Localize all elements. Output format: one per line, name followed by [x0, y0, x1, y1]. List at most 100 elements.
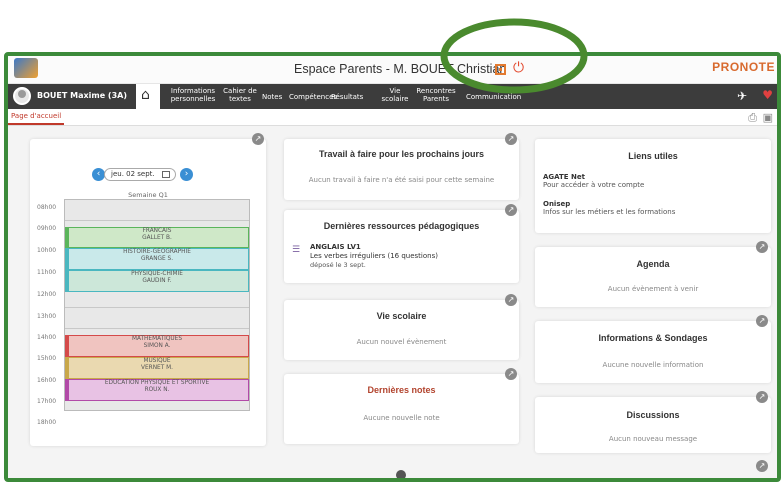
hour-label: 10h00 — [37, 247, 57, 254]
lesson-block[interactable]: MUSIQUE VERNET M. — [65, 357, 249, 379]
hour-label: 14h00 — [37, 334, 57, 341]
lesson-teacher: GALLET B. — [142, 235, 172, 241]
expand-arrow-icon[interactable]: ↗ — [756, 241, 768, 253]
lesson-subject: EDUCATION PHYSIQUE ET SPORTIVE — [104, 380, 210, 386]
link-name: AGATE Net — [543, 173, 585, 181]
discussions-card[interactable]: Discussions Aucun nouveau message — [535, 397, 771, 453]
hour-label: 16h00 — [37, 377, 57, 384]
hour-label: 15h00 — [37, 355, 57, 362]
expand-arrow-icon[interactable]: ↗ — [756, 391, 768, 403]
lesson-teacher: ROUX N. — [144, 387, 170, 393]
link-description: Pour accéder à votre compte — [543, 181, 645, 189]
lesson-block[interactable]: MATHEMATIQUES SIMON A. — [65, 335, 249, 357]
lesson-subject: HISTOIRE-GEOGRAPHIE — [123, 249, 191, 255]
quiz-icon: ☰ — [292, 245, 301, 255]
breadcrumb: Page d'accueil ⎙ ▣ — [8, 109, 777, 126]
ressources-card[interactable]: Dernières ressources pédagogiques ☰ ANGL… — [284, 210, 519, 283]
card-title: Agenda — [636, 259, 670, 269]
hour-label: 11h00 — [37, 269, 57, 276]
breadcrumb-tab[interactable]: Page d'accueil — [8, 109, 65, 125]
agenda-card[interactable]: Agenda Aucun évènement à venir — [535, 247, 771, 307]
card-title: Dernières ressources pédagogiques — [323, 221, 480, 231]
notes-card[interactable]: Dernières notes Aucune nouvelle note — [284, 374, 519, 444]
nav-resultats[interactable]: Résultats — [331, 93, 363, 101]
card-title: Travail à faire pour les prochains jours — [318, 149, 485, 159]
lesson-block[interactable]: FRANCAIS GALLET B. — [65, 227, 249, 248]
card-empty-text: Aucun nouvel évènement — [356, 338, 447, 346]
lesson-teacher: GRANGE S. — [140, 256, 174, 262]
card-empty-text: Aucun nouveau message — [608, 435, 698, 443]
nav-informations[interactable]: Informations personnelles — [164, 87, 222, 103]
card-title: Liens utiles — [628, 151, 678, 161]
nav-cahier[interactable]: Cahier de textes — [220, 87, 260, 103]
lesson-color-bar — [66, 380, 69, 400]
calendar-icon — [162, 171, 170, 178]
title-bar: Espace Parents - M. BOUET Christian ⏻ PR… — [8, 56, 777, 84]
card-empty-text: Aucune nouvelle information — [602, 361, 704, 369]
card-empty-text: Aucun travail à faire n'a été saisi pour… — [308, 176, 495, 184]
date-selector[interactable]: jeu. 02 sept. — [104, 168, 176, 181]
grid-line — [65, 307, 249, 308]
avatar[interactable] — [13, 87, 31, 105]
hour-label: 13h00 — [37, 313, 57, 320]
user-name[interactable]: BOUET Maxime (3A) — [37, 91, 127, 100]
expand-arrow-icon[interactable]: ↗ — [505, 133, 517, 145]
lesson-subject: MUSIQUE — [143, 358, 171, 364]
lesson-subject: FRANCAIS — [142, 228, 172, 234]
scroll-indicator[interactable] — [396, 470, 406, 478]
grid-line — [65, 220, 249, 221]
main-nav: BOUET Maxime (3A) ⌂ Informations personn… — [8, 84, 777, 109]
hour-label: 18h00 — [37, 419, 57, 426]
card-title: Vie scolaire — [376, 311, 427, 321]
lesson-color-bar — [66, 249, 69, 269]
nav-vie-scolaire[interactable]: Vie scolaire — [376, 87, 414, 103]
resource-subject: ANGLAIS LV1 — [310, 243, 361, 251]
nav-competences[interactable]: Compétences — [289, 93, 337, 101]
informations-card[interactable]: Informations & Sondages Aucune nouvelle … — [535, 321, 771, 383]
grid-line — [65, 328, 249, 329]
lesson-block[interactable]: EDUCATION PHYSIQUE ET SPORTIVE ROUX N. — [65, 379, 249, 401]
travail-card[interactable]: Travail à faire pour les prochains jours… — [284, 139, 519, 200]
vie-scolaire-card[interactable]: Vie scolaire Aucun nouvel évènement — [284, 300, 519, 360]
timetable-grid: FRANCAIS GALLET B. HISTOIRE-GEOGRAPHIE G… — [64, 199, 250, 411]
timetable-card: ‹ jeu. 02 sept. › Semaine Q1 08h00 09h00… — [30, 139, 266, 446]
link-name: Onisep — [543, 200, 571, 208]
expand-arrow-icon[interactable]: ↗ — [505, 204, 517, 216]
lesson-color-bar — [66, 271, 69, 291]
lesson-color-bar — [66, 228, 69, 247]
print-icon[interactable]: ⎙ — [748, 111, 757, 125]
highlight-circle — [440, 18, 588, 94]
lesson-block[interactable]: PHYSIQUE-CHIMIE GAUDIN F. — [65, 270, 249, 292]
expand-arrow-icon[interactable]: ↗ — [756, 460, 768, 472]
card-title: Informations & Sondages — [598, 333, 708, 343]
expand-arrow-icon[interactable]: ↗ — [505, 368, 517, 380]
lesson-subject: MATHEMATIQUES — [132, 336, 182, 342]
school-logo-icon — [14, 58, 38, 78]
next-day-button[interactable]: › — [180, 168, 193, 181]
lesson-teacher: VERNET M. — [141, 365, 173, 371]
expand-arrow-icon[interactable]: ↗ — [252, 133, 264, 145]
send-icon[interactable]: ✈ — [737, 89, 747, 103]
screen-icon[interactable]: ▣ — [763, 111, 773, 124]
home-tab[interactable]: ⌂ — [136, 84, 160, 109]
hour-label: 09h00 — [37, 225, 57, 232]
resource-description[interactable]: Les verbes irréguliers (16 questions) — [310, 252, 438, 260]
link-onisep[interactable]: Onisep Infos sur les métiers et les form… — [543, 200, 675, 216]
expand-arrow-icon[interactable]: ↗ — [505, 294, 517, 306]
favorite-icon[interactable]: ♥ — [762, 88, 773, 102]
lesson-block[interactable]: HISTOIRE-GEOGRAPHIE GRANGE S. — [65, 248, 249, 270]
hour-label: 17h00 — [37, 398, 57, 405]
date-label: jeu. 02 sept. — [111, 170, 155, 178]
nav-notes[interactable]: Notes — [262, 93, 282, 101]
card-empty-text: Aucun évènement à venir — [607, 285, 699, 293]
link-description: Infos sur les métiers et les formations — [543, 208, 676, 216]
lesson-teacher: GAUDIN F. — [142, 278, 172, 284]
liens-utiles-card: Liens utiles AGATE Net Pour accéder à vo… — [535, 139, 771, 233]
card-title: Discussions — [626, 410, 680, 420]
link-agate[interactable]: AGATE Net Pour accéder à votre compte — [543, 173, 644, 189]
expand-arrow-icon[interactable]: ↗ — [756, 315, 768, 327]
hour-label: 08h00 — [37, 204, 57, 211]
pronote-logo: PRONOTE — [712, 60, 775, 74]
lesson-color-bar — [66, 358, 69, 378]
card-empty-text: Aucune nouvelle note — [363, 414, 440, 422]
